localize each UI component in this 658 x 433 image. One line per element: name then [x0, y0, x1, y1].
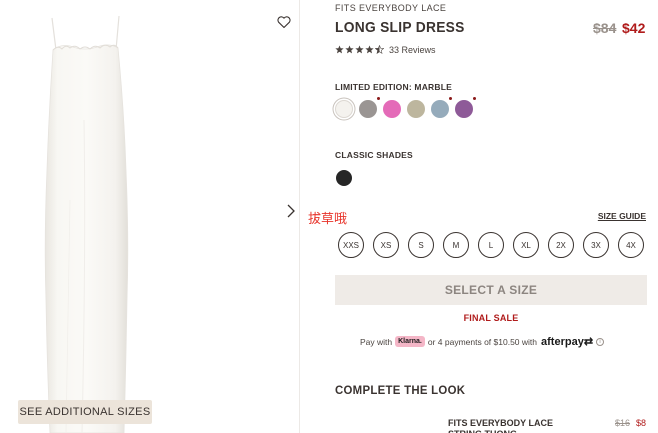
original-price: $84 [593, 20, 617, 36]
overlay-text: 拔草哦 [308, 212, 348, 227]
half-star-icon [375, 45, 384, 54]
size-options: XXS XS S M L XL 2X 3X 4X [338, 232, 644, 258]
size-option-m[interactable]: M [443, 232, 469, 258]
new-indicator-dot [449, 97, 452, 100]
color-swatch-purple[interactable] [455, 97, 476, 118]
size-option-xxs[interactable]: XXS [338, 232, 364, 258]
complete-look-item-name[interactable]: FITS EVERYBODY LACE STRING THONG [448, 418, 588, 433]
reviews-link[interactable]: 33 Reviews [389, 45, 436, 55]
pay-with-text: Pay with [360, 336, 393, 347]
star-icon [345, 45, 354, 54]
installments-text: or 4 payments of $10.50 with [427, 336, 538, 347]
see-additional-sizes-button[interactable]: SEE ADDITIONAL SIZES [18, 400, 152, 424]
chevron-right-icon[interactable] [284, 203, 298, 219]
size-option-xs[interactable]: XS [373, 232, 399, 258]
size-option-l[interactable]: L [478, 232, 504, 258]
color-swatch-pink[interactable] [383, 100, 401, 118]
size-option-4x[interactable]: 4X [618, 232, 644, 258]
color-swatch-gray[interactable] [359, 97, 380, 118]
color-swatch-blue[interactable] [431, 97, 452, 118]
star-icon [335, 45, 344, 54]
afterpay-logo[interactable]: afterpay⇄ [541, 335, 593, 348]
size-option-xl[interactable]: XL [513, 232, 539, 258]
complete-the-look-heading: COMPLETE THE LOOK [335, 383, 466, 397]
product-gallery: SEE ADDITIONAL SIZES [0, 0, 300, 433]
sale-price: $42 [622, 20, 646, 36]
star-icon [355, 45, 364, 54]
product-image[interactable] [0, 0, 300, 433]
color-swatch-onyx[interactable] [336, 170, 352, 186]
classic-shades-label: CLASSIC SHADES [335, 150, 413, 160]
payment-options: Pay with Klarna. or 4 payments of $10.50… [360, 335, 605, 348]
size-option-s[interactable]: S [408, 232, 434, 258]
product-brand: FITS EVERYBODY LACE [335, 3, 447, 13]
klarna-logo[interactable]: Klarna. [395, 336, 425, 347]
complete-look-sale-price: $8 [636, 418, 647, 428]
limited-edition-label: LIMITED EDITION: MARBLE [335, 82, 452, 92]
size-guide-link[interactable]: SIZE GUIDE [598, 211, 646, 221]
size-option-2x[interactable]: 2X [548, 232, 574, 258]
size-option-3x[interactable]: 3X [583, 232, 609, 258]
color-swatch-marble[interactable] [335, 100, 353, 118]
complete-look-original-price: $16 [615, 418, 631, 428]
select-size-button[interactable]: SELECT A SIZE [335, 275, 647, 305]
new-indicator-dot [377, 97, 380, 100]
info-icon[interactable]: i [596, 337, 605, 346]
color-swatch-sage[interactable] [407, 100, 425, 118]
rating-stars[interactable] [335, 45, 384, 54]
final-sale-notice: FINAL SALE [463, 313, 519, 323]
limited-color-swatches [335, 97, 476, 118]
new-indicator-dot [473, 97, 476, 100]
wishlist-heart-icon[interactable] [276, 14, 292, 30]
product-title: LONG SLIP DRESS [335, 19, 465, 36]
star-icon [365, 45, 374, 54]
